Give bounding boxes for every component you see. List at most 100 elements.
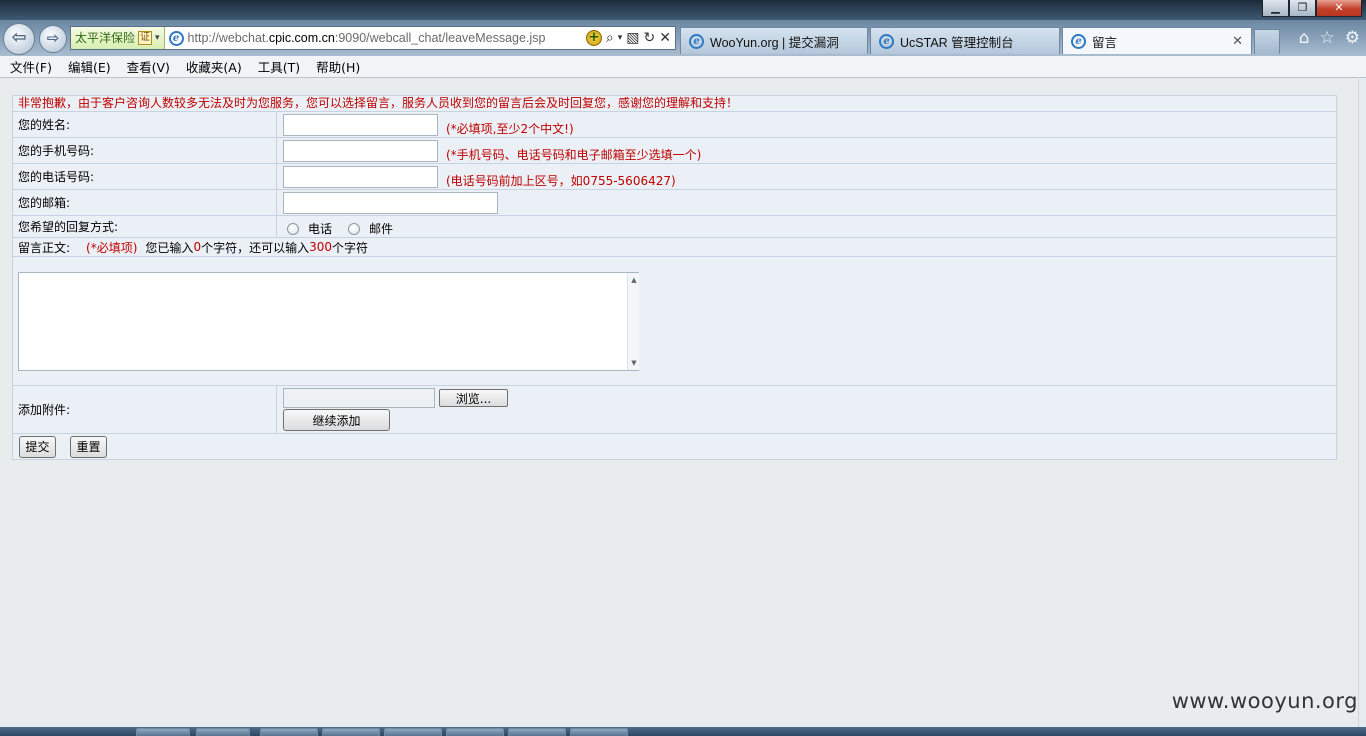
scroll-down-icon[interactable]: ▼ <box>628 359 640 367</box>
tab-ucstar[interactable]: e UcSTAR 管理控制台 <box>870 27 1060 54</box>
toolbar-right: ⌂ ☆ ⚙ <box>1299 28 1360 48</box>
mobile-hint: (*手机号码、电话号码和电子邮箱至少选填一个) <box>446 148 702 162</box>
char-count-remaining: 300 <box>309 240 332 254</box>
phone-input[interactable] <box>283 165 438 188</box>
reply-email-label[interactable]: 邮件 <box>369 220 393 237</box>
content-label: 留言正文: <box>18 240 71 255</box>
browser-chrome: ▁ ❐ ✕ ⇦ ⇨ 太平洋保险 证 ▾ e http://webchat.cpi… <box>0 0 1366 56</box>
menu-tools[interactable]: 工具(T) <box>258 57 300 76</box>
reply-phone-label[interactable]: 电话 <box>308 220 332 237</box>
compat-view-icon[interactable]: ▧ <box>626 30 639 46</box>
taskbar-app[interactable] <box>136 728 190 736</box>
submit-button[interactable]: 提交 <box>19 435 56 458</box>
email-row: 您的邮箱: <box>13 190 1336 216</box>
taskbar-app[interactable] <box>260 728 318 736</box>
textarea-scrollbar[interactable]: ▲ ▼ <box>627 273 639 370</box>
attachment-cell: 浏览... 继续添加 <box>277 386 1336 433</box>
new-tab-button[interactable] <box>1254 29 1280 54</box>
name-row: 您的姓名: (*必填项,至少2个中文!) <box>13 112 1336 138</box>
taskbar-app[interactable] <box>570 728 628 736</box>
name-label: 您的姓名: <box>13 112 277 137</box>
char-count-mid: 个字符，还可以输入 <box>201 240 310 255</box>
tab-bar: e WooYun.org | 提交漏洞 e UcSTAR 管理控制台 e 留言 … <box>680 27 1280 54</box>
home-icon[interactable]: ⌂ <box>1299 28 1310 48</box>
menu-bar: 文件(F) 编辑(E) 查看(V) 收藏夹(A) 工具(T) 帮助(H) <box>0 56 1366 78</box>
chevron-down-icon[interactable]: ▾ <box>618 30 623 46</box>
back-button[interactable]: ⇦ <box>3 23 35 55</box>
reply-method-options: 电话 邮件 <box>277 216 1336 237</box>
message-textarea[interactable] <box>18 272 639 371</box>
taskbar-app[interactable] <box>196 728 250 736</box>
tab-leave-message[interactable]: e 留言 ✕ <box>1062 27 1252 54</box>
content-header-row: 留言正文: (*必填项) 您已输入 0 个字符，还可以输入 300 个字符 <box>13 238 1336 257</box>
name-input[interactable] <box>283 113 438 136</box>
char-count-prefix: 您已输入 <box>145 240 194 255</box>
taskbar-app[interactable] <box>508 728 566 736</box>
reply-method-row: 您希望的回复方式: 电话 邮件 <box>13 216 1336 238</box>
attachment-row: 添加附件: 浏览... 继续添加 <box>13 386 1336 434</box>
mobile-value-cell: (*手机号码、电话号码和电子邮箱至少选填一个) <box>277 138 1336 163</box>
add-more-button[interactable]: 继续添加 <box>283 409 390 431</box>
tab-label: UcSTAR 管理控制台 <box>900 35 1014 50</box>
search-icon[interactable]: ⌕ <box>606 30 614 46</box>
title-bar: ▁ ❐ ✕ <box>0 0 1366 20</box>
leave-message-form: 非常抱歉，由于客户咨询人数较多无法及时为您服务，您可以选择留言，服务人员收到您的… <box>12 95 1337 460</box>
attachment-label: 添加附件: <box>13 386 277 433</box>
close-window-icon[interactable]: ✕ <box>1316 0 1362 17</box>
reply-method-label: 您希望的回复方式: <box>13 216 277 237</box>
url-prefix: http://webchat. <box>187 31 269 45</box>
compatibility-icon[interactable]: + <box>585 30 602 46</box>
tab-label: 留言 <box>1092 35 1118 50</box>
url-text[interactable]: http://webchat.cpic.com.cn:9090/webcall_… <box>188 31 582 45</box>
menu-favorites[interactable]: 收藏夹(A) <box>186 57 242 76</box>
name-hint: (*必填项,至少2个中文!) <box>446 122 574 136</box>
tab-wooyun[interactable]: e WooYun.org | 提交漏洞 <box>680 27 868 54</box>
browse-button[interactable]: 浏览... <box>439 389 508 407</box>
menu-view[interactable]: 查看(V) <box>127 57 170 76</box>
address-actions: + ⌕ ▾ ▧ ↻ ✕ <box>582 30 675 46</box>
forward-button[interactable]: ⇨ <box>39 25 67 53</box>
mobile-input[interactable] <box>283 139 438 162</box>
phone-label: 您的电话号码: <box>13 164 277 189</box>
email-input[interactable] <box>283 191 498 214</box>
scroll-up-icon[interactable]: ▲ <box>628 276 640 284</box>
ie-page-icon: e <box>168 30 184 46</box>
taskbar-app[interactable] <box>446 728 504 736</box>
menu-help[interactable]: 帮助(H) <box>316 57 360 76</box>
certificate-badge[interactable]: 太平洋保险 证 ▾ <box>71 27 165 49</box>
phone-value-cell: (电话号码前加上区号，如0755-5606427) <box>277 164 1336 189</box>
reply-phone-radio[interactable] <box>287 222 299 235</box>
notice-row: 非常抱歉，由于客户咨询人数较多无法及时为您服务，您可以选择留言，服务人员收到您的… <box>13 96 1336 112</box>
content-required: (*必填项) <box>86 240 138 255</box>
favorites-star-icon[interactable]: ☆ <box>1320 28 1335 48</box>
page-scrollbar[interactable] <box>1358 79 1366 727</box>
url-suffix: :9090/webcall_chat/leaveMessage.jsp <box>334 31 546 45</box>
ie-tab-icon: e <box>879 33 894 49</box>
chevron-down-icon[interactable]: ▾ <box>155 28 160 49</box>
stop-icon[interactable]: ✕ <box>659 30 671 46</box>
content-header: 留言正文: (*必填项) 您已输入 0 个字符，还可以输入 300 个字符 <box>13 238 368 256</box>
phone-row: 您的电话号码: (电话号码前加上区号，如0755-5606427) <box>13 164 1336 190</box>
file-path-input[interactable] <box>283 388 435 408</box>
menu-file[interactable]: 文件(F) <box>10 57 52 76</box>
reset-button[interactable]: 重置 <box>70 435 107 458</box>
submit-row: 提交 重置 <box>13 434 1336 459</box>
window-controls: ▁ ❐ ✕ <box>1262 0 1362 18</box>
minimize-icon[interactable]: ▁ <box>1262 0 1289 17</box>
certificate-icon: 证 <box>138 31 153 45</box>
mobile-row: 您的手机号码: (*手机号码、电话号码和电子邮箱至少选填一个) <box>13 138 1336 164</box>
taskbar-app[interactable] <box>322 728 380 736</box>
reply-email-radio[interactable] <box>348 222 361 235</box>
ie-tab-icon: e <box>1071 33 1086 49</box>
menu-edit[interactable]: 编辑(E) <box>68 57 111 76</box>
refresh-icon[interactable]: ↻ <box>644 30 656 46</box>
address-bar[interactable]: 太平洋保险 证 ▾ e http://webchat.cpic.com.cn:9… <box>70 26 676 50</box>
gear-icon[interactable]: ⚙ <box>1345 28 1360 48</box>
watermark: www.wooyun.org <box>1171 689 1358 713</box>
maximize-icon[interactable]: ❐ <box>1289 0 1316 17</box>
ie-tab-icon: e <box>689 33 704 49</box>
content-textarea-row: ▲ ▼ <box>13 257 1336 386</box>
char-count-entered: 0 <box>193 240 202 254</box>
close-tab-icon[interactable]: ✕ <box>1232 33 1243 49</box>
taskbar-app[interactable] <box>384 728 442 736</box>
